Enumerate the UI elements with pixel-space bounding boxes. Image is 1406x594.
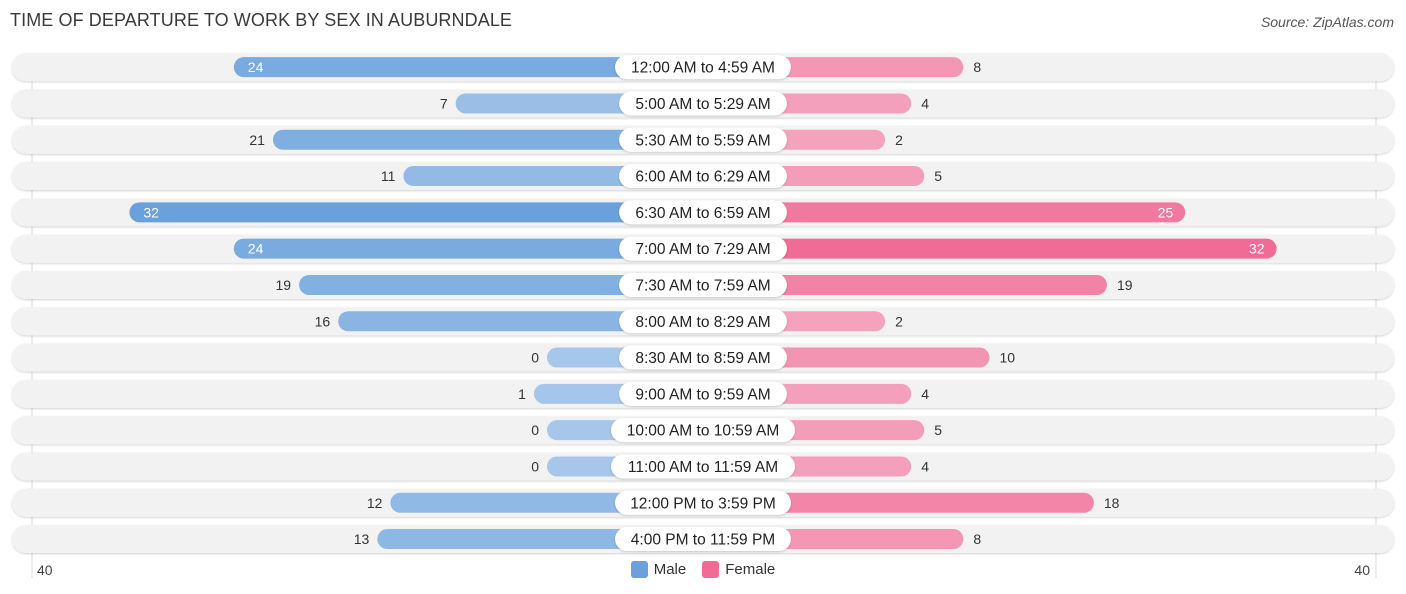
value-label-female: 18: [1104, 495, 1120, 511]
category-label: 5:00 AM to 5:29 AM: [635, 96, 770, 113]
category-label: 6:00 AM to 6:29 AM: [635, 169, 770, 186]
category-label: 9:00 AM to 9:59 AM: [635, 386, 770, 403]
diverging-bar-chart: 24 812:00 AM to 4:59 AM7 45:00 AM to 5:29 …: [12, 53, 1394, 578]
category-label: 12:00 PM to 3:59 PM: [630, 495, 776, 512]
category-label: 10:00 AM to 10:59 AM: [627, 423, 780, 440]
value-label-female: 25: [1158, 204, 1174, 220]
value-label-female: 5: [934, 422, 942, 438]
value-label-female: 8: [973, 531, 981, 547]
value-label-male: 16: [315, 313, 331, 329]
bar-male: [129, 202, 703, 223]
category-label: 5:30 AM to 5:59 AM: [635, 132, 770, 149]
value-label-male: 32: [143, 204, 159, 220]
value-label-male: 0: [531, 458, 539, 474]
value-label-female: 4: [921, 95, 929, 111]
category-label: 7:30 AM to 7:59 AM: [635, 277, 770, 294]
value-label-male: 0: [531, 422, 539, 438]
category-label: 12:00 AM to 4:59 AM: [631, 60, 775, 77]
legend-item-male[interactable]: Male: [630, 561, 687, 578]
value-label-male: 1: [518, 386, 526, 402]
legend-label-male: Male: [653, 561, 687, 578]
value-label-male: 13: [354, 531, 370, 547]
value-label-female: 32: [1249, 241, 1265, 257]
value-label-male: 11: [381, 168, 396, 184]
bar-female: [703, 238, 1277, 259]
value-label-female: 2: [895, 313, 903, 329]
value-label-female: 5: [934, 168, 942, 184]
legend-swatch-female: [702, 561, 720, 578]
value-label-female: 10: [1000, 350, 1016, 366]
category-label: 8:30 AM to 8:59 AM: [635, 350, 770, 367]
category-label: 7:00 AM to 7:29 AM: [635, 241, 770, 258]
value-label-male: 24: [248, 241, 264, 257]
category-label: 11:00 AM to 11:59 AM: [628, 459, 778, 476]
value-label-male: 12: [367, 495, 383, 511]
value-label-female: 8: [973, 59, 981, 75]
value-label-male: 19: [275, 277, 291, 293]
value-label-male: 24: [248, 59, 264, 75]
value-label-male: 21: [249, 132, 265, 148]
category-label: 8:00 AM to 8:29 AM: [635, 314, 770, 331]
legend: Male Female: [0, 561, 1406, 578]
legend-label-female: Female: [725, 561, 776, 578]
value-label-male: 7: [440, 95, 448, 111]
legend-item-female[interactable]: Female: [702, 561, 775, 578]
value-label-male: 0: [531, 350, 539, 366]
value-label-female: 2: [895, 132, 903, 148]
value-label-female: 19: [1117, 277, 1133, 293]
legend-swatch-male: [630, 561, 648, 578]
value-label-female: 4: [921, 386, 929, 402]
category-label: 4:00 PM to 11:59 PM: [631, 532, 775, 549]
value-label-female: 4: [921, 458, 929, 474]
category-label: 6:30 AM to 6:59 AM: [635, 205, 770, 222]
